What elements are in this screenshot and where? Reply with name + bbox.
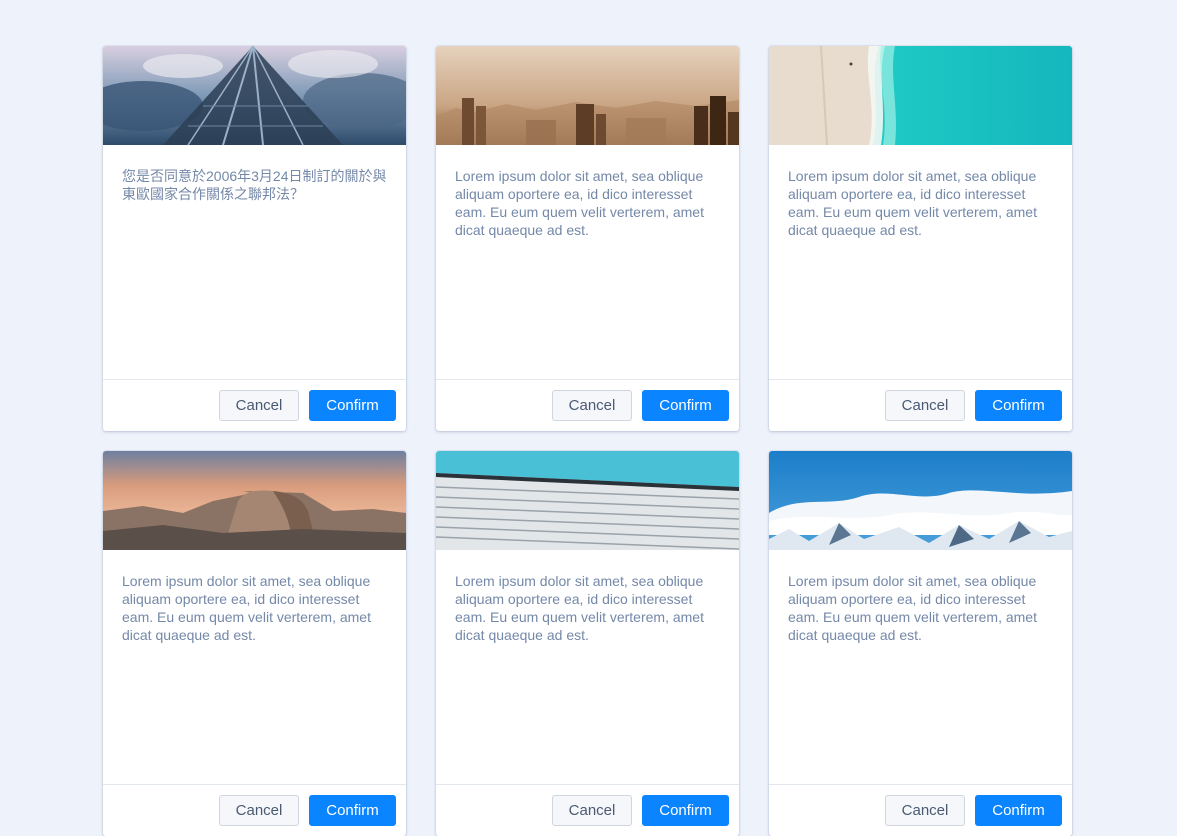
card-footer: Cancel Confirm [103, 379, 406, 431]
card-text: Lorem ipsum dolor sit amet, sea oblique … [788, 168, 1037, 238]
card-3: Lorem ipsum dolor sit amet, sea oblique … [769, 46, 1072, 431]
card-footer: Cancel Confirm [436, 784, 739, 836]
card-text: 您是否同意於2006年3月24日制訂的關於與東歐國家合作關係之聯邦法？ [122, 168, 387, 202]
aerial-beach-image [769, 46, 1072, 145]
confirm-button[interactable]: Confirm [309, 795, 396, 826]
card-footer: Cancel Confirm [103, 784, 406, 836]
confirm-button[interactable]: Confirm [309, 390, 396, 421]
skyscraper-sky-image [103, 46, 406, 145]
cancel-button[interactable]: Cancel [885, 795, 965, 826]
card-4: Lorem ipsum dolor sit amet, sea oblique … [103, 451, 406, 836]
card-6: Lorem ipsum dolor sit amet, sea oblique … [769, 451, 1072, 836]
card-grid: 您是否同意於2006年3月24日制訂的關於與東歐國家合作關係之聯邦法？ Canc… [103, 46, 1072, 836]
cancel-button[interactable]: Cancel [552, 795, 632, 826]
confirm-button[interactable]: Confirm [975, 795, 1062, 826]
cancel-button[interactable]: Cancel [552, 390, 632, 421]
card-text: Lorem ipsum dolor sit amet, sea oblique … [455, 168, 704, 238]
card-1: 您是否同意於2006年3月24日制訂的關於與東歐國家合作關係之聯邦法？ Canc… [103, 46, 406, 431]
half-dome-mountain-image [103, 451, 406, 550]
card-text: Lorem ipsum dolor sit amet, sea oblique … [455, 573, 704, 643]
card-footer: Cancel Confirm [769, 784, 1072, 836]
confirm-button[interactable]: Confirm [975, 390, 1062, 421]
hazy-city-skyline-image [436, 46, 739, 145]
cancel-button[interactable]: Cancel [219, 795, 299, 826]
cancel-button[interactable]: Cancel [885, 390, 965, 421]
card-2: Lorem ipsum dolor sit amet, sea oblique … [436, 46, 739, 431]
cancel-button[interactable]: Cancel [219, 390, 299, 421]
card-footer: Cancel Confirm [436, 379, 739, 431]
confirm-button[interactable]: Confirm [642, 390, 729, 421]
card-5: Lorem ipsum dolor sit amet, sea oblique … [436, 451, 739, 836]
card-text: Lorem ipsum dolor sit amet, sea oblique … [122, 573, 371, 643]
building-facade-image [436, 451, 739, 550]
snowy-mountains-clouds-image [769, 451, 1072, 550]
card-footer: Cancel Confirm [769, 379, 1072, 431]
confirm-button[interactable]: Confirm [642, 795, 729, 826]
card-text: Lorem ipsum dolor sit amet, sea oblique … [788, 573, 1037, 643]
